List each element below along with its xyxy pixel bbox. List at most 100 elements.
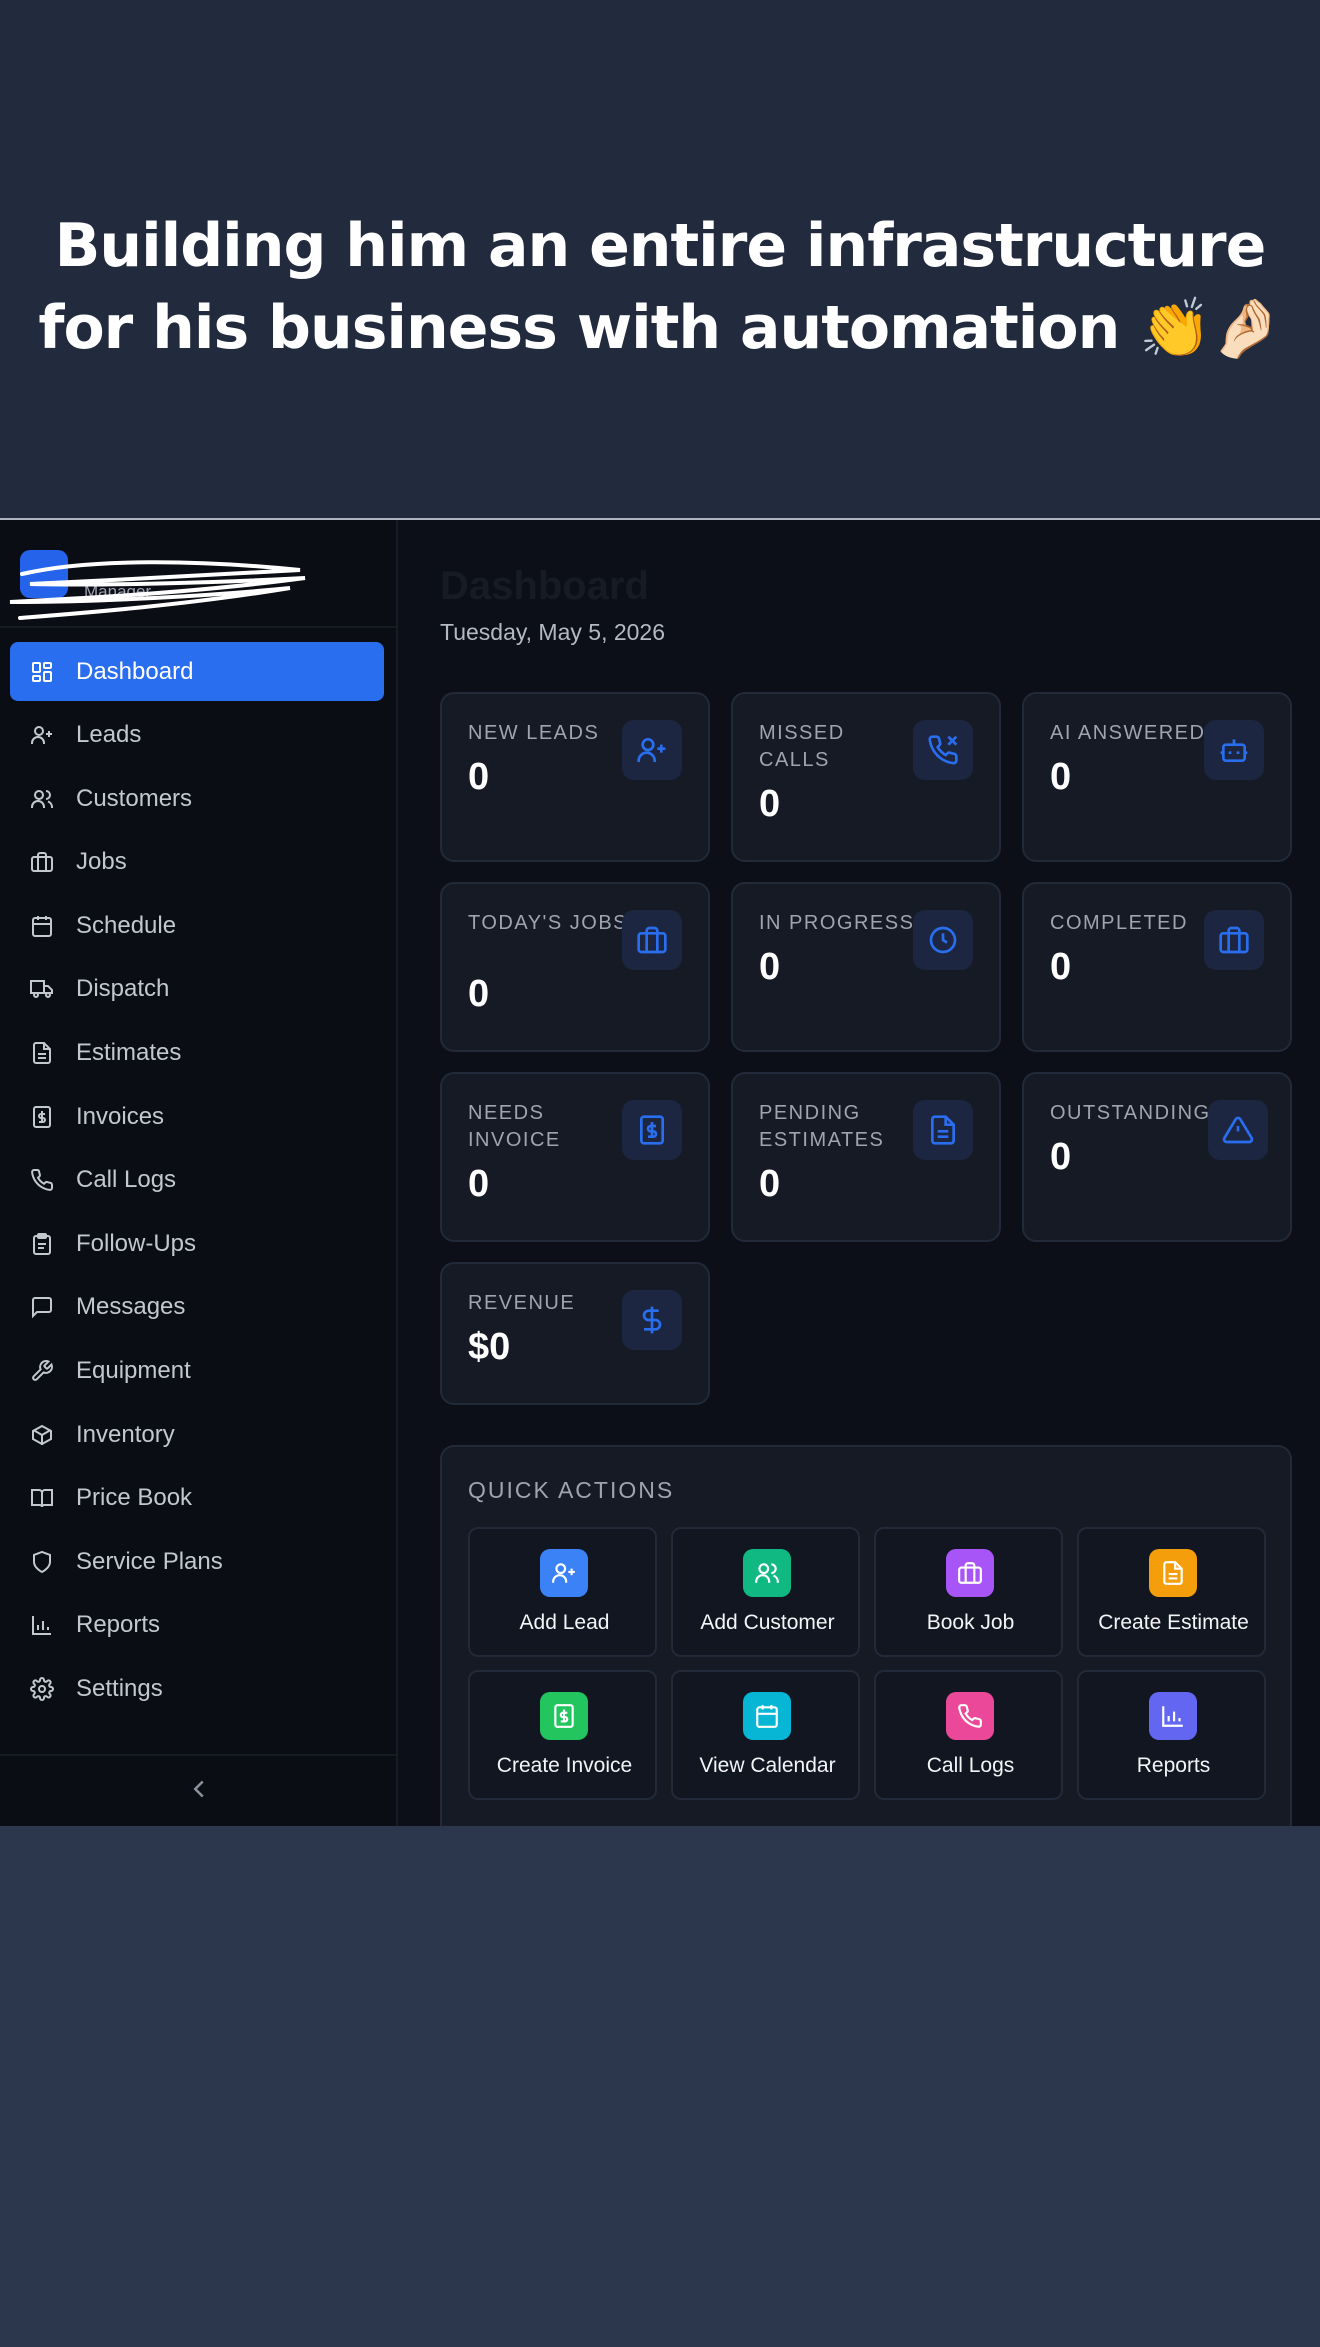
qa-icon bbox=[1149, 1692, 1197, 1740]
phone-icon bbox=[31, 1169, 54, 1192]
caption-emoji: 👏🤌🏻 bbox=[1139, 294, 1282, 362]
qa-label: Create Invoice bbox=[496, 1754, 633, 1777]
sidebar: Manager Dashboard Leads Customers Jobs S… bbox=[0, 520, 398, 1826]
calendar-icon bbox=[32, 915, 52, 937]
sidebar-item-equipment[interactable]: Equipment bbox=[10, 1342, 384, 1401]
users-icon bbox=[755, 1563, 779, 1583]
create-estimate-button[interactable]: Create Estimate bbox=[1077, 1527, 1266, 1657]
qa-icon bbox=[540, 1692, 588, 1740]
sidebar-item-label: Estimates bbox=[76, 1039, 182, 1067]
quick-actions-title: QUICK ACTIONS bbox=[468, 1477, 675, 1503]
app-window: Manager Dashboard Leads Customers Jobs S… bbox=[0, 520, 1320, 1826]
user-plus-icon bbox=[552, 1563, 575, 1583]
sidebar-item-label: Schedule bbox=[76, 911, 177, 939]
book-icon bbox=[31, 1489, 53, 1508]
stat-icon bbox=[1204, 910, 1264, 970]
sidebar-item-dispatch[interactable]: Dispatch bbox=[10, 960, 384, 1019]
briefcase-icon bbox=[1219, 926, 1249, 954]
stat-label: TODAY'S JOBS bbox=[468, 912, 629, 934]
stat-card-completed[interactable]: COMPLETED 0 bbox=[1022, 882, 1292, 1052]
stat-card-in-progress[interactable]: IN PROGRESS 0 bbox=[731, 882, 1001, 1052]
sidebar-item-label: Invoices bbox=[76, 1102, 165, 1130]
call-logs-button[interactable]: Call Logs bbox=[874, 1670, 1063, 1800]
sidebar-item-dashboard[interactable]: Dashboard bbox=[10, 642, 384, 701]
chevron-left-icon[interactable] bbox=[184, 1774, 214, 1804]
reports-button[interactable]: Reports bbox=[1077, 1670, 1266, 1800]
stat-card-pending-estimates[interactable]: PENDING ESTIMATES 0 bbox=[731, 1072, 1001, 1242]
stat-card-todays-jobs[interactable]: TODAY'S JOBS 0 bbox=[440, 882, 710, 1052]
add-customer-button[interactable]: Add Customer bbox=[671, 1527, 860, 1657]
stat-card-revenue[interactable]: REVENUE $0 bbox=[440, 1262, 710, 1405]
sidebar-item-reports[interactable]: Reports bbox=[10, 1596, 384, 1655]
stat-icon bbox=[913, 720, 973, 780]
sidebar-item-label: Dashboard bbox=[76, 657, 194, 685]
sidebar-item-settings[interactable]: Settings bbox=[10, 1660, 384, 1719]
caption-line: Building him an entire infrastructure fo… bbox=[38, 211, 1266, 363]
invoice-icon bbox=[640, 1115, 664, 1145]
sidebar-item-service-plans[interactable]: Service Plans bbox=[10, 1532, 384, 1591]
add-lead-button[interactable]: Add Lead bbox=[468, 1527, 657, 1657]
qa-label: Book Job bbox=[926, 1611, 1015, 1634]
sidebar-item-jobs[interactable]: Jobs bbox=[10, 833, 384, 892]
sidebar-item-customers[interactable]: Customers bbox=[10, 769, 384, 828]
stat-label: PENDING ESTIMATES bbox=[759, 1102, 885, 1151]
sidebar-item-label: Settings bbox=[76, 1675, 163, 1702]
qa-icon bbox=[540, 1549, 588, 1597]
sidebar-item-label: Leads bbox=[76, 721, 142, 749]
clock-icon bbox=[929, 926, 957, 954]
stat-card-new-leads[interactable]: NEW LEADS 0 bbox=[440, 692, 710, 862]
document-icon bbox=[931, 1115, 955, 1145]
stat-icon bbox=[622, 1100, 682, 1160]
stat-label: COMPLETED bbox=[1050, 912, 1188, 934]
sidebar-item-inventory[interactable]: Inventory bbox=[10, 1405, 384, 1464]
truck-icon bbox=[30, 980, 53, 999]
document-icon bbox=[1163, 1561, 1183, 1585]
dashboard-icon bbox=[32, 661, 52, 682]
users-icon bbox=[31, 789, 53, 808]
sidebar-item-label: Messages bbox=[76, 1293, 186, 1321]
sidebar-item-label: Jobs bbox=[76, 848, 127, 876]
sidebar-item-estimates[interactable]: Estimates bbox=[10, 1024, 384, 1083]
stat-card-ai-answered[interactable]: AI ANSWERED 0 bbox=[1022, 692, 1292, 862]
sidebar-item-price-book[interactable]: Price Book bbox=[10, 1469, 384, 1528]
stat-label: AI ANSWERED bbox=[1050, 722, 1206, 744]
stat-label: NEW LEADS bbox=[468, 722, 600, 744]
sidebar-item-label: Follow-Ups bbox=[76, 1229, 197, 1257]
stat-value: 0 bbox=[468, 1163, 490, 1205]
wrench-icon bbox=[32, 1360, 53, 1381]
stat-value: 0 bbox=[468, 756, 490, 798]
stat-card-outstanding[interactable]: OUTSTANDING 0 bbox=[1022, 1072, 1292, 1242]
stat-card-missed-calls[interactable]: MISSED CALLS 0 bbox=[731, 692, 1001, 862]
sidebar-item-call-logs[interactable]: Call Logs bbox=[10, 1151, 384, 1210]
create-invoice-button[interactable]: Create Invoice bbox=[468, 1670, 657, 1800]
sidebar-item-follow-ups[interactable]: Follow-Ups bbox=[10, 1214, 384, 1273]
stat-value: 0 bbox=[759, 1163, 781, 1205]
book-job-button[interactable]: Book Job bbox=[874, 1527, 1063, 1657]
phone-icon bbox=[958, 1704, 982, 1728]
stat-value: 0 bbox=[1050, 1136, 1072, 1178]
qa-label: Call Logs bbox=[926, 1754, 1015, 1777]
gear-icon bbox=[30, 1677, 54, 1701]
qa-icon bbox=[946, 1692, 994, 1740]
qa-label: View Calendar bbox=[699, 1754, 836, 1777]
page-date: Tuesday, May 5, 2026 bbox=[440, 619, 666, 645]
sidebar-item-label: Price Book bbox=[76, 1484, 193, 1512]
stat-value: 0 bbox=[759, 783, 781, 825]
stat-icon bbox=[1204, 720, 1264, 780]
page-title: Dashboard bbox=[440, 564, 649, 608]
stat-icon bbox=[622, 910, 682, 970]
brand[interactable]: Manager bbox=[0, 520, 398, 628]
view-calendar-button[interactable]: View Calendar bbox=[671, 1670, 860, 1800]
stat-card-needs-invoice[interactable]: NEEDS INVOICE 0 bbox=[440, 1072, 710, 1242]
sidebar-item-leads[interactable]: Leads bbox=[10, 706, 384, 765]
qa-label: Reports bbox=[1136, 1754, 1211, 1777]
user-plus-icon bbox=[31, 726, 52, 745]
qa-icon bbox=[743, 1692, 791, 1740]
sidebar-item-invoices[interactable]: Invoices bbox=[10, 1087, 384, 1146]
sidebar-item-messages[interactable]: Messages bbox=[10, 1278, 384, 1337]
sidebar-item-schedule[interactable]: Schedule bbox=[10, 896, 384, 955]
qa-icon bbox=[743, 1549, 791, 1597]
bottom-background bbox=[0, 1826, 1320, 2347]
message-icon bbox=[32, 1297, 52, 1319]
bot-icon bbox=[1220, 739, 1248, 762]
